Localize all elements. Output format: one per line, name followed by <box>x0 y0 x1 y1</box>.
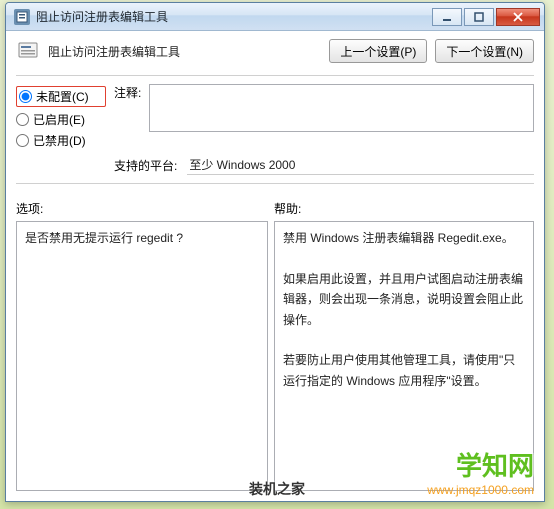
radio-disabled[interactable]: 已禁用(D) <box>16 132 106 149</box>
header-row: 阻止访问注册表编辑工具 上一个设置(P) 下一个设置(N) <box>16 39 534 63</box>
radio-enabled[interactable]: 已启用(E) <box>16 111 106 128</box>
pane-labels: 选项: 帮助: <box>16 200 534 217</box>
platform-row: 支持的平台: 至少 Windows 2000 <box>114 155 534 175</box>
dialog-content: 阻止访问注册表编辑工具 上一个设置(P) 下一个设置(N) 未配置(C) 已启用… <box>6 31 544 501</box>
next-setting-button[interactable]: 下一个设置(N) <box>435 39 534 63</box>
minimize-button[interactable] <box>432 8 462 26</box>
prev-setting-button[interactable]: 上一个设置(P) <box>329 39 427 63</box>
comment-textarea[interactable] <box>149 84 534 132</box>
panes-row: 是否禁用无提示运行 regedit ? 禁用 Windows 注册表编辑器 Re… <box>16 221 534 491</box>
window-title: 阻止访问注册表编辑工具 <box>36 8 430 25</box>
maximize-button[interactable] <box>464 8 494 26</box>
minimize-icon <box>442 12 452 22</box>
radio-enabled-label: 已启用(E) <box>33 111 85 128</box>
help-pane[interactable]: 禁用 Windows 注册表编辑器 Regedit.exe。 如果启用此设置，并… <box>274 221 534 491</box>
radio-not-configured-label: 未配置(C) <box>36 88 89 105</box>
options-pane[interactable]: 是否禁用无提示运行 regedit ? <box>16 221 268 491</box>
radio-disabled-input[interactable] <box>16 134 29 147</box>
radio-not-configured-input[interactable] <box>19 90 32 103</box>
divider-2 <box>16 183 534 184</box>
help-paragraph-3: 若要防止用户使用其他管理工具，请使用"只运行指定的 Windows 应用程序"设… <box>283 350 525 391</box>
options-label: 选项: <box>16 200 274 217</box>
options-text: 是否禁用无提示运行 regedit ? <box>25 228 259 248</box>
divider <box>16 75 534 76</box>
comment-column: 注释: <box>114 84 534 149</box>
radio-enabled-input[interactable] <box>16 113 29 126</box>
config-section: 未配置(C) 已启用(E) 已禁用(D) 注释: <box>16 84 534 149</box>
maximize-icon <box>474 12 484 22</box>
platform-label: 支持的平台: <box>114 157 177 174</box>
comment-label: 注释: <box>114 84 141 101</box>
policy-icon <box>16 39 40 63</box>
radio-not-configured[interactable]: 未配置(C) <box>16 86 106 107</box>
help-paragraph-1: 禁用 Windows 注册表编辑器 Regedit.exe。 <box>283 228 525 248</box>
window-controls <box>430 8 540 26</box>
help-label: 帮助: <box>274 200 534 217</box>
dialog-window: 阻止访问注册表编辑工具 阻止访问注册表编辑工具 上一个设置(P) 下一个设置(N… <box>5 2 545 502</box>
close-button[interactable] <box>496 8 540 26</box>
platform-value: 至少 Windows 2000 <box>187 155 534 175</box>
radio-disabled-label: 已禁用(D) <box>33 132 86 149</box>
app-icon <box>14 9 30 25</box>
close-icon <box>512 12 524 22</box>
titlebar[interactable]: 阻止访问注册表编辑工具 <box>6 3 544 31</box>
policy-title: 阻止访问注册表编辑工具 <box>48 43 321 60</box>
bottom-brand-label: 装机之家 <box>249 479 305 499</box>
help-paragraph-2: 如果启用此设置，并且用户试图启动注册表编辑器，则会出现一条消息，说明设置会阻止此… <box>283 269 525 330</box>
radio-group: 未配置(C) 已启用(E) 已禁用(D) <box>16 84 106 149</box>
